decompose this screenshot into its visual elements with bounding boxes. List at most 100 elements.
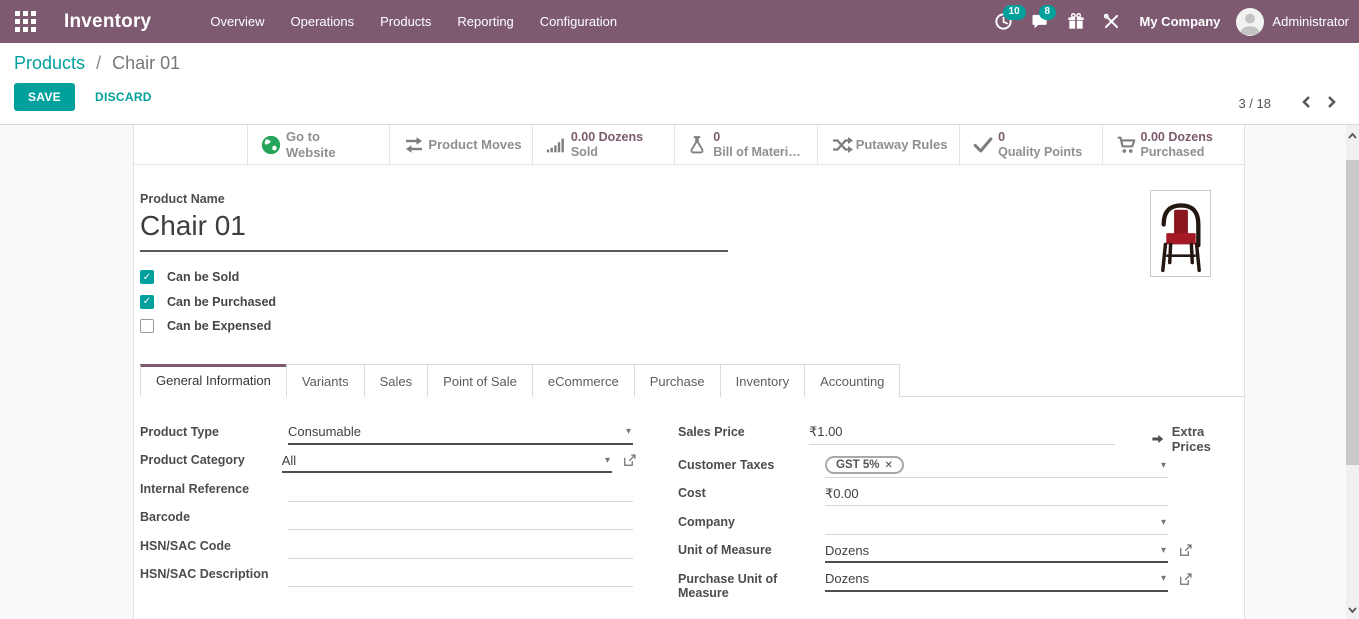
tax-tag[interactable]: GST 5% ✕ (825, 456, 904, 474)
barcode-input[interactable] (288, 506, 633, 530)
product-name-input[interactable] (140, 210, 728, 242)
checkbox-label: Can be Purchased (167, 295, 276, 309)
breadcrumb-products[interactable]: Products (14, 53, 85, 73)
chevron-left-icon (1301, 95, 1311, 109)
stat-label: Purchased (1141, 145, 1213, 160)
field-label: Product Type (140, 421, 288, 439)
external-link-icon[interactable] (1178, 539, 1193, 563)
scrollbar-thumb[interactable] (1346, 160, 1359, 465)
hsn-code-input[interactable] (288, 535, 633, 559)
hsn-code-row: HSN/SAC Code (140, 535, 637, 564)
form-sheet: Go to Website Product Moves (133, 125, 1245, 619)
bar-chart-icon (545, 134, 571, 156)
pager-count: 3 / 18 (1238, 96, 1271, 111)
product-image[interactable] (1150, 190, 1211, 277)
tab-ecommerce[interactable]: eCommerce (532, 364, 635, 397)
sales-price-input[interactable]: ₹1.00 (809, 421, 1115, 445)
scroll-down-icon[interactable] (1346, 603, 1359, 617)
extra-prices-button[interactable]: Extra Prices (1151, 421, 1238, 454)
go-to-website-button[interactable]: Go to Website (247, 125, 389, 164)
field-label: HSN/SAC Code (140, 535, 288, 553)
menu-overview[interactable]: Overview (197, 2, 277, 41)
can-be-expensed-checkbox[interactable]: ✓ Can be Expensed (140, 314, 1244, 339)
sales-price-row: Sales Price ₹1.00 Extra Prices (678, 421, 1238, 454)
bill-of-materials-button[interactable]: 0 Bill of Materi… (674, 125, 816, 164)
stat-label: Go to Website (286, 129, 348, 160)
pager-previous-button[interactable] (1293, 93, 1319, 114)
checkbox-label: Can be Expensed (167, 319, 271, 333)
rewards-button[interactable] (1058, 4, 1094, 40)
menu-operations[interactable]: Operations (278, 2, 368, 41)
user-menu[interactable]: Administrator (1236, 8, 1349, 36)
tab-purchase[interactable]: Purchase (634, 364, 721, 397)
purchased-stat-button[interactable]: 0.00 Dozens Purchased (1102, 125, 1244, 164)
messages-button[interactable]: 8 (1022, 4, 1058, 40)
purchase-uom-select[interactable]: Dozens ▾ (825, 568, 1168, 592)
user-name: Administrator (1272, 14, 1349, 29)
pager: 3 / 18 (1238, 93, 1345, 114)
chevron-down-icon: ▾ (1161, 517, 1166, 528)
arrow-right-icon (1151, 432, 1164, 446)
putaway-rules-button[interactable]: Putaway Rules (817, 125, 959, 164)
tab-variants[interactable]: Variants (286, 364, 365, 397)
tab-sales[interactable]: Sales (364, 364, 429, 397)
external-link-icon[interactable] (622, 449, 637, 473)
swap-arrows-icon (402, 134, 428, 156)
stat-value: 0 (998, 130, 1082, 145)
tools-icon (1102, 12, 1121, 31)
product-name-field[interactable] (140, 210, 728, 252)
support-tools-button[interactable] (1094, 4, 1130, 40)
menu-products[interactable]: Products (367, 2, 444, 41)
tab-accounting[interactable]: Accounting (804, 364, 900, 397)
customer-taxes-row: Customer Taxes GST 5% ✕ ▾ (678, 454, 1238, 483)
company-select[interactable]: ▾ (825, 511, 1168, 535)
menu-configuration[interactable]: Configuration (527, 2, 630, 41)
can-be-purchased-checkbox[interactable]: ✓ Can be Purchased (140, 290, 1244, 315)
top-navbar: Inventory Overview Operations Products R… (0, 0, 1359, 43)
cost-input[interactable]: ₹0.00 (825, 482, 1168, 506)
cost-row: Cost ₹0.00 (678, 482, 1238, 511)
uom-select[interactable]: Dozens ▾ (825, 539, 1168, 563)
chevron-down-icon: ▾ (1161, 545, 1166, 556)
chevron-down-icon: ▾ (626, 426, 631, 437)
can-be-sold-checkbox[interactable]: ✓ Can be Sold (140, 265, 1244, 290)
activities-button[interactable]: 10 (986, 4, 1022, 40)
app-title[interactable]: Inventory (64, 11, 151, 33)
sold-stat-button[interactable]: 0.00 Dozens Sold (532, 125, 674, 164)
capability-checkboxes: ✓ Can be Sold ✓ Can be Purchased ✓ Can b… (140, 265, 1244, 339)
checkbox-label: Can be Sold (167, 270, 239, 284)
chair-photo (1155, 195, 1207, 273)
hsn-description-input[interactable] (288, 563, 633, 587)
scroll-up-icon[interactable] (1346, 129, 1359, 143)
stat-button-bar: Go to Website Product Moves (134, 125, 1244, 165)
tab-point-of-sale[interactable]: Point of Sale (427, 364, 533, 397)
external-link-icon[interactable] (1178, 568, 1193, 592)
company-switcher[interactable]: My Company (1130, 14, 1237, 29)
chevron-down-icon: ▾ (1161, 573, 1166, 584)
field-label: Company (678, 511, 825, 529)
internal-reference-input[interactable] (288, 478, 633, 502)
vertical-scrollbar[interactable] (1346, 125, 1359, 619)
pager-next-button[interactable] (1319, 93, 1345, 114)
field-label: Cost (678, 482, 825, 500)
chevron-down-icon: ▾ (1161, 460, 1166, 471)
product-type-select[interactable]: Consumable ▾ (288, 421, 633, 445)
remove-tag-icon[interactable]: ✕ (884, 460, 892, 471)
barcode-row: Barcode (140, 506, 637, 535)
checkmark-icon: ✓ (143, 296, 151, 307)
product-moves-button[interactable]: Product Moves (389, 125, 531, 164)
tab-general-information[interactable]: General Information (140, 364, 287, 397)
uom-row: Unit of Measure Dozens ▾ (678, 539, 1238, 568)
tab-inventory[interactable]: Inventory (720, 364, 805, 397)
apps-menu-icon[interactable] (8, 5, 42, 39)
stat-label: Product Moves (428, 137, 521, 153)
product-category-select[interactable]: All ▾ (282, 449, 612, 473)
customer-taxes-select[interactable]: GST 5% ✕ ▾ (825, 454, 1168, 478)
discard-button[interactable]: DISCARD (95, 90, 152, 104)
quality-points-button[interactable]: 0 Quality Points (959, 125, 1101, 164)
menu-reporting[interactable]: Reporting (444, 2, 526, 41)
breadcrumb: Products / Chair 01 (14, 53, 1343, 74)
save-button[interactable]: SAVE (14, 83, 75, 111)
notebook-tabs: General Information Variants Sales Point… (140, 364, 1244, 397)
gift-icon (1066, 12, 1086, 32)
